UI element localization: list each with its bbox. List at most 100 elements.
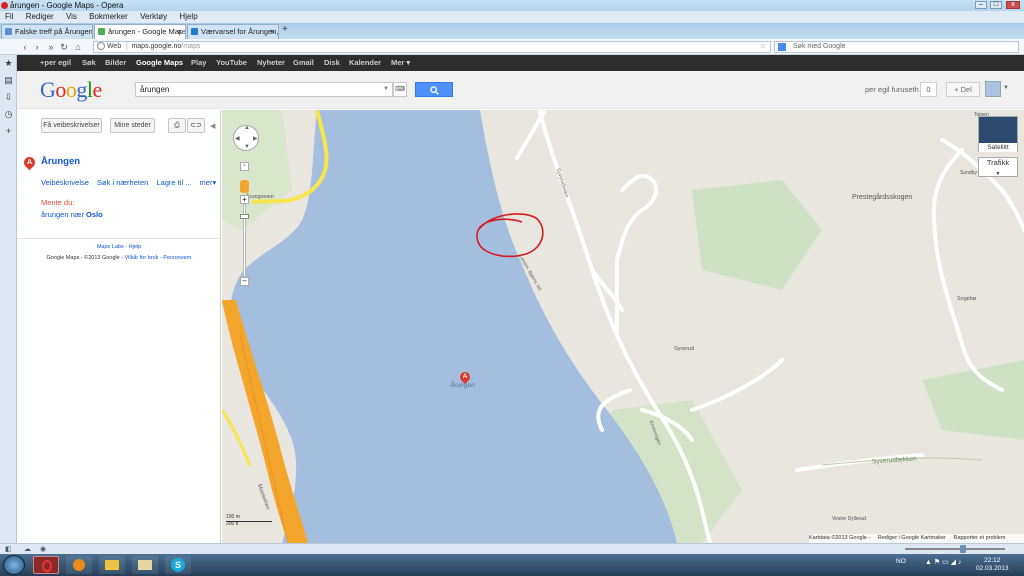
traffic-caret-icon: ▼: [995, 171, 1001, 177]
tab-falske-treff[interactable]: Falske treff på Årungen.: [1, 24, 93, 39]
cloud-icon[interactable]: ☁: [24, 545, 31, 553]
menu-tools[interactable]: Verktøy: [140, 12, 167, 21]
new-tab-icon[interactable]: +: [282, 24, 288, 35]
gbar-images[interactable]: Bilder: [105, 55, 126, 71]
gbar-more[interactable]: Mer ▾: [391, 55, 410, 71]
my-places-button[interactable]: Mine steder: [110, 118, 155, 133]
maps-header: Google årungen ▼ ⌨ per egil furuseth 0 +…: [17, 71, 1024, 109]
gbar-news[interactable]: Nyheter: [257, 55, 285, 71]
bookmark-star-icon[interactable]: ☆: [760, 42, 766, 52]
home-icon[interactable]: ⌂: [72, 41, 84, 53]
dropdown-caret-icon[interactable]: ▼: [383, 83, 389, 96]
opera-taskbar-icon[interactable]: [33, 556, 59, 574]
menu-view[interactable]: Vis: [66, 12, 77, 21]
maps-search-input[interactable]: årungen ▼: [135, 82, 393, 97]
tab-vaervarsel[interactable]: Værvarsel for Årungen,... ×: [187, 24, 279, 39]
satellite-toggle[interactable]: Satellitt: [978, 116, 1018, 152]
fullscreen-icon[interactable]: ▫: [240, 162, 249, 171]
link-icon[interactable]: ⊂⊃: [187, 118, 205, 133]
language-indicator[interactable]: NO: [896, 558, 906, 565]
add-panel-icon[interactable]: +: [4, 127, 13, 136]
keyboard-icon[interactable]: ⌨: [393, 82, 407, 97]
zoom-in-button[interactable]: +: [240, 195, 249, 204]
search-button[interactable]: [415, 82, 453, 97]
pan-right-icon[interactable]: ▶: [253, 135, 258, 142]
maximize-button[interactable]: □: [990, 1, 1002, 9]
save-to-link[interactable]: Lagre til ...: [156, 178, 191, 187]
bookmarks-star-icon[interactable]: ★: [4, 59, 13, 68]
skype-icon[interactable]: S: [165, 556, 191, 574]
menu-file[interactable]: Fil: [5, 12, 13, 21]
notification-count[interactable]: 0: [920, 82, 937, 97]
tray-icons[interactable]: ▲ ⚑ ▭ ◢ ♪: [925, 558, 961, 566]
menu-bar: Fil Rediger Vis Bokmerker Verktøy Hjelp: [0, 11, 1024, 23]
zoom-out-button[interactable]: –: [240, 277, 249, 286]
suggestion-link[interactable]: årungen nær Oslo: [41, 210, 103, 219]
history-icon[interactable]: ◷: [4, 110, 13, 119]
search-engine-input[interactable]: Søk med Google: [774, 41, 1019, 53]
back-icon[interactable]: ‹: [19, 41, 31, 53]
collapse-panel-icon[interactable]: ◀: [210, 122, 215, 130]
menu-help[interactable]: Hjelp: [179, 12, 197, 21]
page-zoom-thumb[interactable]: [960, 545, 966, 553]
downloads-icon[interactable]: ⇩: [4, 93, 13, 102]
notes-icon[interactable]: ▤: [4, 76, 13, 85]
system-clock[interactable]: 22:12 02.03.2013: [976, 557, 1009, 573]
fast-forward-icon[interactable]: »: [45, 41, 57, 53]
report-problem-link[interactable]: Rapporter et problem: [953, 535, 1005, 541]
menu-bookmarks[interactable]: Bokmerker: [89, 12, 128, 21]
forward-icon[interactable]: ›: [31, 41, 43, 53]
account-caret-icon[interactable]: ▼: [1003, 85, 1009, 91]
tab-google-maps[interactable]: årungen - Google Maps ×: [94, 24, 186, 39]
gbar-gmail[interactable]: Gmail: [293, 55, 314, 71]
media-player-icon[interactable]: [66, 556, 92, 574]
tab-bar: Falske treff på Årungen. årungen - Googl…: [0, 23, 1024, 39]
page-zoom-slider[interactable]: [905, 548, 1005, 550]
gbar-youtube[interactable]: YouTube: [216, 55, 247, 71]
pan-control[interactable]: ▲ ▼ ◀ ▶: [233, 125, 259, 151]
start-button[interactable]: [3, 555, 25, 575]
close-tab-icon[interactable]: ×: [178, 25, 182, 38]
footer-links[interactable]: Maps Labs - Hjelp: [17, 244, 221, 250]
google-logo[interactable]: Google: [40, 77, 102, 103]
gbar-calendar[interactable]: Kalender: [349, 55, 381, 71]
google-bar: +per egil Søk Bilder Google Maps Play Yo…: [17, 55, 1024, 71]
pan-down-icon[interactable]: ▼: [244, 144, 250, 150]
more-link[interactable]: mer▾: [200, 178, 217, 187]
avatar[interactable]: [985, 81, 1001, 97]
window-title: årungen - Google Maps - Opera: [10, 1, 124, 10]
get-directions-button[interactable]: Få veibeskrivelser: [41, 118, 102, 133]
gbar-play[interactable]: Play: [191, 55, 206, 71]
search-nearby-link[interactable]: Søk i nærheten: [97, 178, 148, 187]
minimize-button[interactable]: –: [975, 1, 987, 9]
pan-left-icon[interactable]: ◀: [235, 135, 240, 142]
gbar-drive[interactable]: Disk: [324, 55, 340, 71]
close-tab-icon[interactable]: ×: [271, 25, 275, 38]
map-canvas[interactable]: Prestegårdsskogen Syverud Syverudbekken …: [222, 110, 1024, 543]
reload-icon[interactable]: ↻: [58, 41, 70, 53]
pan-up-icon[interactable]: ▲: [244, 125, 250, 131]
panel-toggle-icon[interactable]: ◧: [5, 545, 12, 553]
close-window-button[interactable]: x: [1006, 1, 1020, 9]
turbo-icon[interactable]: ◉: [40, 545, 46, 553]
traffic-toggle[interactable]: Trafikk ▼: [978, 157, 1018, 177]
result-title[interactable]: Årungen: [41, 156, 80, 167]
edit-map-link[interactable]: Rediger i Google Kartmaker: [878, 535, 946, 541]
gbar-search[interactable]: Søk: [82, 55, 96, 71]
result-marker-icon[interactable]: A: [21, 154, 38, 171]
gbar-maps[interactable]: Google Maps: [136, 55, 183, 71]
pegman-icon[interactable]: [240, 180, 249, 193]
user-name[interactable]: per egil furuseth: [865, 85, 919, 94]
menu-edit[interactable]: Rediger: [26, 12, 54, 21]
mail-icon[interactable]: [132, 556, 158, 574]
share-button[interactable]: + Del: [946, 82, 980, 97]
print-icon[interactable]: ⎙: [168, 118, 186, 133]
explorer-icon[interactable]: [99, 556, 125, 574]
lake-arungen: [229, 110, 677, 543]
terms-link[interactable]: Vilkår for bruk - Personvern: [125, 255, 192, 261]
gbar-profile[interactable]: +per egil: [40, 55, 71, 71]
address-input[interactable]: Web │ maps.google.no/maps ☆: [93, 41, 771, 53]
map-attribution: Kartdata ©2013 Google - Rediger i Google…: [809, 534, 1024, 543]
zoom-slider-thumb[interactable]: [240, 214, 249, 219]
directions-link[interactable]: Veibeskrivelse: [41, 178, 89, 187]
